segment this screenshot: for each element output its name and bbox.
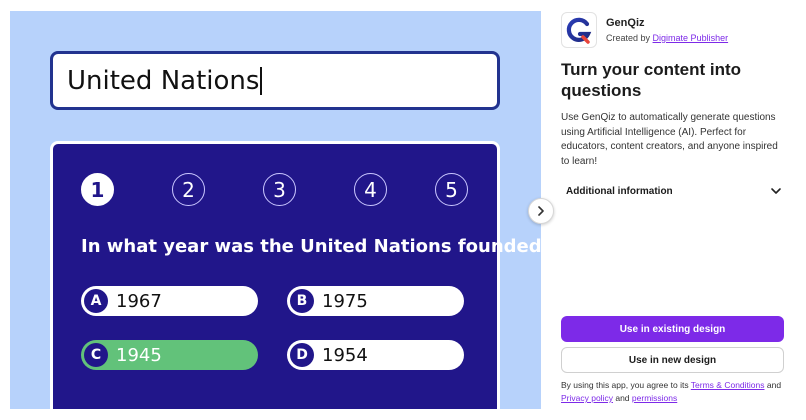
use-in-new-design-button[interactable]: Use in new design bbox=[561, 347, 784, 373]
answer-b[interactable]: B 1975 bbox=[287, 286, 464, 316]
answer-c-correct[interactable]: C 1945 bbox=[81, 340, 258, 370]
terms-link[interactable]: Terms & Conditions bbox=[691, 380, 765, 390]
app-name: GenQiz bbox=[606, 17, 645, 29]
legal-and-1: and bbox=[766, 380, 782, 390]
answer-letter: B bbox=[290, 289, 314, 313]
legal-prefix: By using this app, you agree to its bbox=[561, 380, 689, 390]
answer-text: 1954 bbox=[322, 344, 368, 366]
app-description: Use GenQiz to automatically generate que… bbox=[561, 112, 778, 167]
app-detail-view: United Nations 1 2 3 4 5 In what year wa… bbox=[0, 0, 806, 420]
question-steps: 1 2 3 4 5 bbox=[81, 173, 471, 207]
topic-input[interactable]: United Nations bbox=[50, 51, 500, 110]
step-4[interactable]: 4 bbox=[354, 173, 387, 206]
text-caret bbox=[260, 66, 263, 95]
step-5[interactable]: 5 bbox=[435, 173, 468, 206]
use-in-existing-design-button[interactable]: Use in existing design bbox=[561, 316, 784, 342]
legal-and-2: and bbox=[615, 393, 630, 403]
permissions-link[interactable]: permissions bbox=[632, 393, 677, 403]
additional-information-toggle[interactable]: Additional information bbox=[561, 180, 783, 202]
step-2[interactable]: 2 bbox=[172, 173, 205, 206]
app-info-panel: GenQiz Created by Digimate Publisher Tur… bbox=[561, 12, 793, 410]
legal-notice: By using this app, you agree to its Term… bbox=[561, 379, 793, 405]
created-by: Created by Digimate Publisher bbox=[606, 33, 728, 43]
answer-text: 1975 bbox=[322, 290, 368, 312]
answer-text: 1945 bbox=[116, 344, 162, 366]
answer-text: 1967 bbox=[116, 290, 162, 312]
genqiz-logo-icon bbox=[566, 17, 592, 44]
topic-input-value: United Nations bbox=[67, 65, 260, 96]
step-3[interactable]: 3 bbox=[263, 173, 296, 206]
app-logo bbox=[561, 12, 597, 48]
app-preview: United Nations 1 2 3 4 5 In what year wa… bbox=[10, 11, 541, 409]
answer-letter: A bbox=[84, 289, 108, 313]
question-text: In what year was the United Nations foun… bbox=[81, 236, 541, 257]
publisher-link[interactable]: Digimate Publisher bbox=[653, 33, 729, 43]
next-preview-button[interactable] bbox=[528, 198, 554, 224]
additional-information-label: Additional information bbox=[566, 185, 673, 197]
created-by-label: Created by bbox=[606, 33, 651, 43]
quiz-card: 1 2 3 4 5 In what year was the United Na… bbox=[50, 141, 541, 409]
answer-a[interactable]: A 1967 bbox=[81, 286, 258, 316]
chevron-right-icon bbox=[538, 206, 544, 216]
step-1[interactable]: 1 bbox=[81, 173, 114, 206]
app-headline: Turn your content into questions bbox=[561, 60, 742, 100]
chevron-down-icon bbox=[771, 188, 781, 194]
answer-letter: D bbox=[290, 343, 314, 367]
answer-letter: C bbox=[84, 343, 108, 367]
privacy-policy-link[interactable]: Privacy policy bbox=[561, 393, 613, 403]
answer-d[interactable]: D 1954 bbox=[287, 340, 464, 370]
